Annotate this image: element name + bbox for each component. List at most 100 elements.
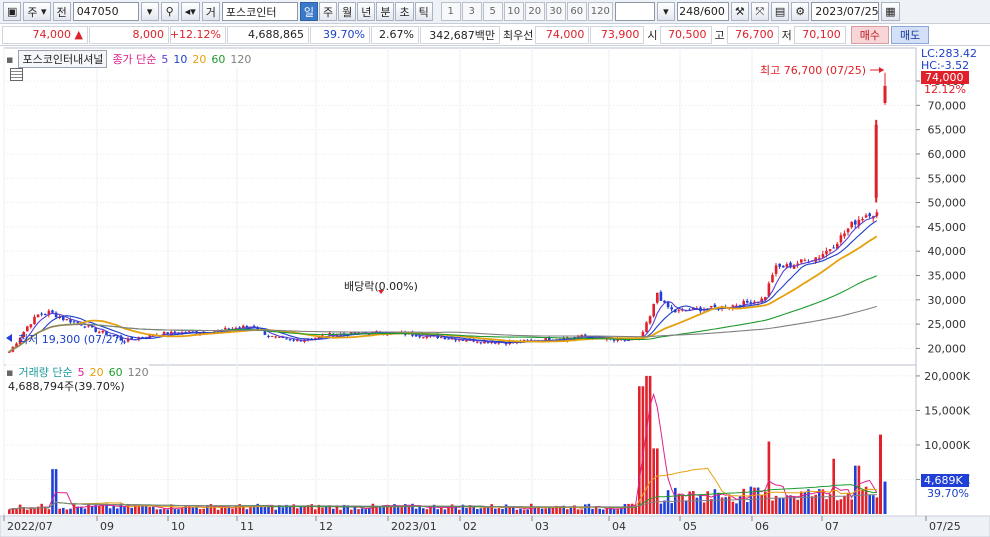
interval-button-5[interactable]: 30 xyxy=(545,2,566,21)
period-tab-5[interactable]: 초 xyxy=(395,2,414,21)
period-tab-6[interactable]: 틱 xyxy=(414,2,433,21)
volume-bar xyxy=(515,509,519,514)
candle-body xyxy=(875,212,879,216)
candle-body xyxy=(713,304,717,308)
candle-body xyxy=(447,338,450,340)
interval-button-1[interactable]: 3 xyxy=(461,2,482,21)
window-icon[interactable]: ▣ xyxy=(3,2,22,21)
volume-bar xyxy=(389,506,393,514)
interval-button-4[interactable]: 20 xyxy=(524,2,545,21)
data-count-field[interactable]: 248/600 xyxy=(676,2,729,21)
period-tab-4[interactable]: 분 xyxy=(376,2,395,21)
volume-bar xyxy=(623,504,627,514)
ma-label: 종가 단순 xyxy=(112,53,157,66)
interval-button-2[interactable]: 5 xyxy=(482,2,503,21)
volume-bar xyxy=(134,505,137,514)
volume-bar xyxy=(843,496,846,514)
candle-body xyxy=(62,316,65,320)
ma120-label: 120 xyxy=(230,52,252,66)
stock-name-field[interactable]: 포스코인터 xyxy=(221,2,298,21)
volume-bar xyxy=(735,503,738,514)
candle-body xyxy=(36,314,40,318)
stock-name-label: 포스코인터내셔널 xyxy=(18,50,108,68)
interval-button-0[interactable]: 1 xyxy=(440,2,461,21)
interval-dropdown-icon[interactable]: ▾ xyxy=(656,2,675,21)
interval-input[interactable] xyxy=(614,2,655,21)
date-field[interactable]: 2023/07/25 xyxy=(811,2,880,21)
candle-body xyxy=(476,341,479,343)
legend-marker-icon: ▪ xyxy=(6,52,14,66)
bid-price: 73,900 xyxy=(590,25,645,44)
market-select[interactable]: 주 ▾ xyxy=(23,2,51,21)
candle-body xyxy=(850,221,853,228)
sell-button[interactable]: 매도 xyxy=(891,25,930,44)
volume-bar xyxy=(494,508,497,514)
candle-body xyxy=(29,324,33,328)
volume-bar xyxy=(778,497,781,514)
stock-code-input[interactable]: 047050 xyxy=(72,2,139,21)
volume-bar xyxy=(195,506,198,514)
volume-pct-tag: 39.70% xyxy=(927,487,969,500)
volume-tick-label: 20,000K xyxy=(924,370,970,383)
buy-button[interactable]: 매수 xyxy=(850,25,889,44)
volume-bar xyxy=(299,507,303,514)
best-quote-label: 최우선 xyxy=(503,28,534,42)
settings-icon[interactable]: ⚙ xyxy=(791,2,810,21)
volume-bar xyxy=(173,509,177,514)
volume-bar xyxy=(731,501,735,514)
volume-bar xyxy=(29,507,33,514)
volume-bar xyxy=(80,506,83,514)
volume-bar xyxy=(695,497,699,514)
candle-body xyxy=(771,274,774,283)
volume-bar xyxy=(440,507,443,514)
volume-bar xyxy=(314,509,317,514)
period-tab-1[interactable]: 주 xyxy=(318,2,338,21)
candle-body xyxy=(83,326,87,328)
volume-bar xyxy=(699,495,702,514)
x-tick-label: 02 xyxy=(463,520,477,533)
table-icon[interactable] xyxy=(10,68,23,81)
code-prefix-button[interactable]: 전 xyxy=(52,2,71,21)
price-legend: ▪ 포스코인터내셔널 종가 단순 5 10 20 60 120 xyxy=(6,50,252,68)
volume-bar xyxy=(868,494,871,514)
period-tab-3[interactable]: 년 xyxy=(357,2,376,21)
candle-body xyxy=(670,307,673,310)
search-icon[interactable]: ⚲ xyxy=(160,2,179,21)
interval-button-6[interactable]: 60 xyxy=(566,2,587,21)
volume-bar xyxy=(584,504,587,514)
volume-bar xyxy=(652,448,655,514)
tools-icon[interactable]: ⚒ xyxy=(730,2,749,21)
candle-body xyxy=(33,316,36,325)
crosshair-icon[interactable]: ⤧ xyxy=(750,2,769,21)
volume-bar xyxy=(591,508,594,514)
volume-bar xyxy=(177,509,180,514)
volume-bar xyxy=(814,494,817,514)
up-arrow-icon: ▲ xyxy=(74,28,83,41)
sound-icon[interactable]: ◂▾ xyxy=(180,2,200,21)
x-tick-label: 07/25 xyxy=(929,520,961,533)
interval-button-7[interactable]: 120 xyxy=(587,2,613,21)
volume-bar xyxy=(249,506,252,514)
volume-bar xyxy=(58,508,61,514)
volume-bar xyxy=(47,509,51,514)
volume-bar xyxy=(569,507,573,514)
save-icon[interactable]: ▤ xyxy=(770,2,790,21)
period-tab-2[interactable]: 월 xyxy=(338,2,357,21)
candle-body xyxy=(821,254,825,258)
stock-chart[interactable]: 75,00070,00065,00060,00055,00050,00045,0… xyxy=(0,46,990,537)
interval-button-3[interactable]: 10 xyxy=(503,2,524,21)
period-tab-0[interactable]: 일 xyxy=(299,2,318,21)
price-tick-label: 65,000 xyxy=(928,124,967,137)
name-prefix-button[interactable]: 거 xyxy=(201,2,220,21)
calendar-icon[interactable]: ▦ xyxy=(881,2,900,21)
current-price-value: 74,000 xyxy=(32,28,72,41)
price-tick-label: 50,000 xyxy=(928,197,967,210)
dropdown-icon[interactable]: ▾ xyxy=(140,2,159,21)
ma10-label: 10 xyxy=(173,52,188,66)
price-tick-label: 60,000 xyxy=(928,148,967,161)
volume-bar xyxy=(465,507,468,514)
volume-bar xyxy=(728,496,731,514)
volume-bar xyxy=(760,495,763,514)
volume-bar xyxy=(18,504,22,514)
chart-area[interactable]: 75,00070,00065,00060,00055,00050,00045,0… xyxy=(0,46,990,537)
